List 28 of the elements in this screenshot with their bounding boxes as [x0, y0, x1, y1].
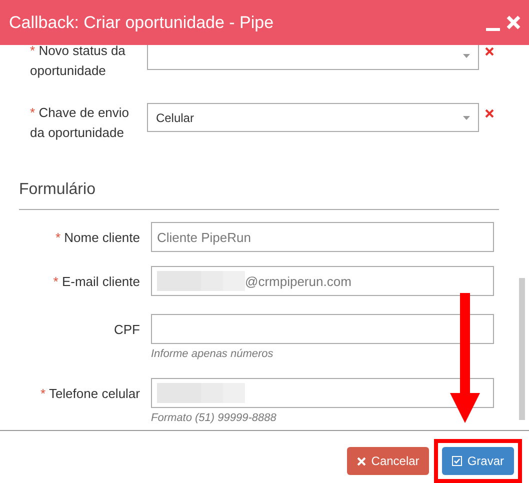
close-button[interactable]: [506, 15, 521, 30]
clear-icon[interactable]: [485, 109, 494, 118]
minimize-icon: [486, 28, 500, 30]
field-hint: Informe apenas números: [151, 348, 274, 360]
close-icon: [357, 456, 366, 466]
checkbox-icon: [452, 456, 462, 466]
section-title: Formulário: [19, 181, 499, 210]
input-field[interactable]: [151, 314, 494, 344]
field-label: * Telefone celular: [39, 385, 140, 401]
input-field[interactable]: @crmpiperun.com: [151, 266, 494, 296]
save-button[interactable]: Gravar: [442, 447, 514, 475]
field-label: * Nome cliente: [54, 229, 140, 245]
select-field[interactable]: [146, 45, 479, 70]
dropdown-caret-icon: [463, 116, 470, 120]
scrollbar-thumb[interactable]: [519, 278, 525, 420]
input-field[interactable]: Cliente PipeRun: [151, 222, 494, 252]
input-field[interactable]: [151, 378, 494, 408]
field-hint: Formato (51) 99999-8888: [151, 412, 278, 424]
dropdown-caret-icon: [463, 54, 470, 58]
field-label: * E-mail cliente: [52, 273, 140, 289]
close-icon: [506, 15, 521, 30]
field-label: * Chave de envio da oportunidade: [29, 104, 130, 142]
cancel-button[interactable]: Cancelar: [347, 447, 430, 475]
field-label: CPF: [113, 321, 140, 337]
clear-icon[interactable]: [485, 47, 494, 56]
field-label: * Novo status da oportunidade: [29, 45, 126, 80]
select-field[interactable]: Celular: [146, 103, 479, 132]
window-title: Callback: Criar oportunidade - Pipe: [9, 12, 275, 32]
